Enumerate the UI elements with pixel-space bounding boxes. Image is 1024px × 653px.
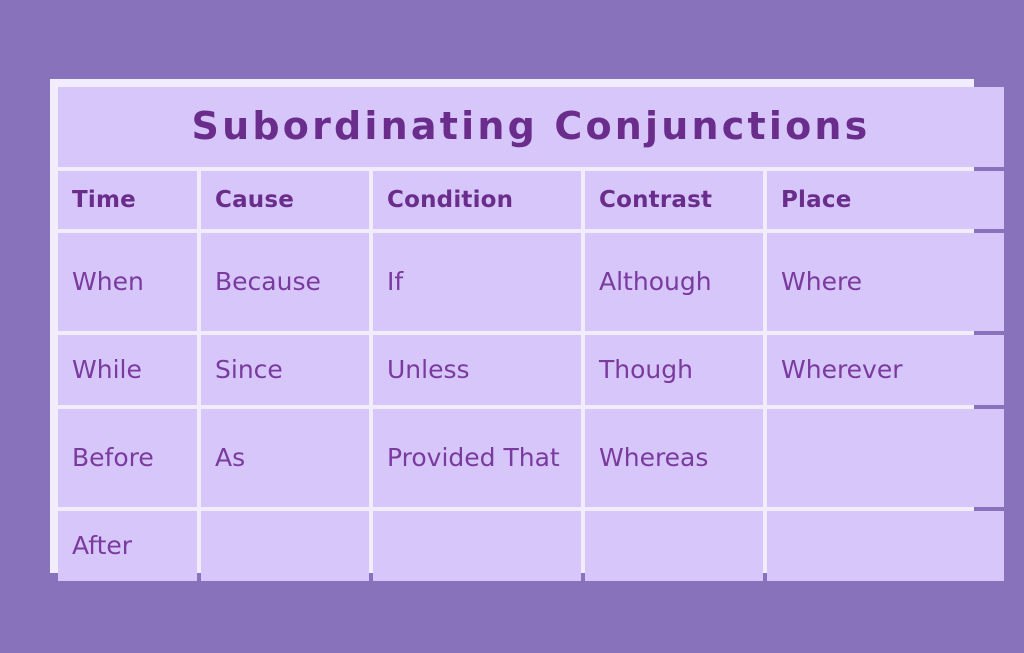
column-header-contrast: Contrast — [585, 171, 763, 229]
cell-text: Where — [781, 266, 863, 296]
cell-text: Unless — [387, 354, 470, 384]
table-title-row: Subordinating Conjunctions — [58, 87, 1005, 167]
cell-text: As — [215, 442, 246, 472]
page-title: Subordinating Conjunctions — [191, 104, 871, 149]
cell-text: Whereas — [599, 442, 709, 472]
table-cell: Although — [585, 233, 763, 331]
table-cell: When — [58, 233, 197, 331]
table-cell: As — [201, 409, 369, 507]
cell-text: While — [72, 354, 142, 384]
cell-text: Wherever — [781, 354, 903, 384]
column-header-label: Condition — [387, 187, 514, 213]
table-row: After — [58, 511, 1005, 581]
table-cell: Since — [201, 335, 369, 405]
cell-text: Because — [215, 266, 321, 296]
table-cell: Unless — [373, 335, 581, 405]
table-cell — [201, 511, 369, 581]
table-cell — [767, 511, 1005, 581]
column-header-time: Time — [58, 171, 197, 229]
table-cell — [373, 511, 581, 581]
column-header-label: Time — [72, 187, 136, 213]
page-root: Subordinating Conjunctions Time Cause Co… — [0, 0, 1024, 653]
table-row: While Since Unless Though Wherever — [58, 335, 1005, 405]
table-cell: Whereas — [585, 409, 763, 507]
column-header-condition: Condition — [373, 171, 581, 229]
cell-text: Provided That — [387, 442, 560, 472]
cell-text: If — [387, 266, 404, 296]
conjunctions-table: Subordinating Conjunctions Time Cause Co… — [54, 83, 1008, 585]
cell-text: When — [72, 266, 144, 296]
cell-text: Since — [215, 354, 283, 384]
table-header-row: Time Cause Condition Contrast Place — [58, 171, 1005, 229]
table-cell: Wherever — [767, 335, 1005, 405]
cell-text: Although — [599, 266, 712, 296]
column-header-label: Contrast — [599, 187, 713, 213]
table-cell: Provided That — [373, 409, 581, 507]
cell-text: Before — [72, 442, 154, 472]
table-cell — [767, 409, 1005, 507]
table-cell: Because — [201, 233, 369, 331]
table-title-cell: Subordinating Conjunctions — [58, 87, 1005, 167]
table-cell: Though — [585, 335, 763, 405]
table-cell: If — [373, 233, 581, 331]
table-cell: After — [58, 511, 197, 581]
cell-text: Though — [599, 354, 693, 384]
table-cell: Before — [58, 409, 197, 507]
cell-text: After — [72, 530, 133, 560]
table-row: When Because If Although Where — [58, 233, 1005, 331]
table-cell: While — [58, 335, 197, 405]
table-cell — [585, 511, 763, 581]
conjunctions-table-container: Subordinating Conjunctions Time Cause Co… — [50, 79, 1005, 581]
column-header-label: Cause — [215, 187, 295, 213]
column-header-place: Place — [767, 171, 1005, 229]
column-header-label: Place — [781, 187, 852, 213]
column-header-cause: Cause — [201, 171, 369, 229]
table-row: Before As Provided That Whereas — [58, 409, 1005, 507]
table-cell: Where — [767, 233, 1005, 331]
